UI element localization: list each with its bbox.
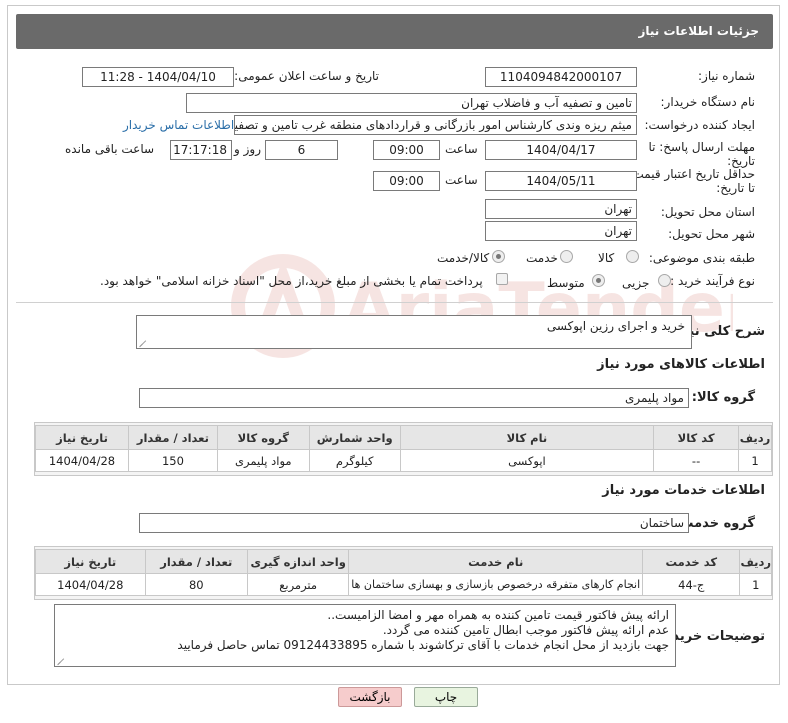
table-row: 1 ج-44 انجام کارهای متفرقه درخصوص بازساز… xyxy=(35,573,772,596)
goods-table-header: ردیف کد کالا نام کالا واحد شمارش گروه کا… xyxy=(35,425,772,450)
requester-field: میثم ریزه وندی کارشناس امور بازرگانی و ق… xyxy=(234,115,637,135)
services-col-row: ردیف xyxy=(739,549,772,574)
need-number-label: شماره نیاز: xyxy=(698,69,755,83)
goods-section-title: اطلاعات کالاهای مورد نیاز xyxy=(597,357,765,372)
buyer-org-label: نام دستگاه خریدار: xyxy=(660,95,756,109)
process-option-medium: متوسط xyxy=(547,276,585,290)
buyer-contact-link[interactable]: اطلاعات تماس خریدار xyxy=(123,118,234,132)
price-validity-label-2: تا تاریخ: xyxy=(716,181,755,195)
goods-col-group: گروه کالا xyxy=(216,425,310,450)
remaining-time-label: ساعت باقی مانده xyxy=(65,142,155,156)
services-cell-date: 1404/04/28 xyxy=(35,573,146,596)
goods-group-field: مواد پلیمری xyxy=(139,388,689,408)
services-col-name: نام خدمت xyxy=(348,549,644,574)
process-radio-minor[interactable] xyxy=(658,274,671,287)
goods-col-date: تاریخ نیاز xyxy=(35,425,129,450)
services-col-date: تاریخ نیاز xyxy=(35,549,146,574)
reply-deadline-label-1: مهلت ارسال پاسخ: تا xyxy=(648,140,755,154)
services-group-field: ساختمان xyxy=(139,513,689,533)
price-validity-label-1: حداقل تاریخ اعتبار قیمت: xyxy=(628,167,755,181)
goods-col-name: نام کالا xyxy=(399,425,655,450)
goods-col-quantity: تعداد / مقدار xyxy=(128,425,218,450)
buyer-org-field: تامین و تصفیه آب و فاضلاب تهران xyxy=(186,93,637,113)
services-cell-row: 1 xyxy=(739,573,772,596)
services-col-code: کد خدمت xyxy=(642,549,741,574)
goods-cell-row: 1 xyxy=(738,449,772,472)
price-validity-time-field: 09:00 xyxy=(373,171,440,191)
section-divider xyxy=(16,302,773,303)
category-radio-goods-service[interactable] xyxy=(492,250,505,263)
price-validity-date-field: 1404/05/11 xyxy=(485,171,637,191)
requester-label: ایجاد کننده درخواست: xyxy=(644,118,755,132)
reply-deadline-time-field: 09:00 xyxy=(373,140,440,160)
services-cell-code: ج-44 xyxy=(642,573,741,596)
buyer-notes-line-3: جهت بازدید از محل انجام خدمات با آقای تر… xyxy=(177,638,669,652)
goods-cell-date: 1404/04/28 xyxy=(35,449,129,472)
need-number-field: 1104094842000107 xyxy=(485,67,637,87)
goods-cell-unit: کیلوگرم xyxy=(308,449,401,472)
category-radio-goods[interactable] xyxy=(626,250,639,263)
remaining-days-field: 6 xyxy=(265,140,338,160)
goods-cell-quantity: 150 xyxy=(128,449,218,472)
category-option-goods-service: کالا/خدمت xyxy=(437,251,490,265)
price-validity-time-label: ساعت xyxy=(445,173,478,187)
goods-col-code: کد کالا xyxy=(653,425,740,450)
services-table-header: ردیف کد خدمت نام خدمت واحد اندازه گیری ت… xyxy=(35,549,772,574)
goods-cell-code: -- xyxy=(653,449,740,472)
services-cell-name: انجام کارهای متفرقه درخصوص بازسازی و بهس… xyxy=(348,573,644,596)
treasury-payment-checkbox[interactable] xyxy=(496,273,508,285)
services-col-unit: واحد اندازه گیری xyxy=(246,549,350,574)
reply-deadline-date-field: 1404/04/17 xyxy=(485,140,637,160)
announce-datetime-field: 1404/04/10 - 11:28 xyxy=(82,67,234,87)
category-option-service: خدمت xyxy=(526,251,558,265)
description-text: خرید و اجرای رزین اپوکسی xyxy=(546,319,685,333)
delivery-city-label: شهر محل تحویل: xyxy=(668,227,755,241)
remaining-time-field: 17:17:18 xyxy=(170,140,232,160)
description-textarea[interactable]: خرید و اجرای رزین اپوکسی xyxy=(136,315,692,349)
goods-cell-name: اپوکسی xyxy=(399,449,655,472)
services-cell-quantity: 80 xyxy=(144,573,248,596)
services-col-quantity: تعداد / مقدار xyxy=(144,549,248,574)
resize-grip-icon[interactable] xyxy=(57,657,65,665)
buyer-notes-textarea[interactable]: ارائه پیش فاکتور قیمت تامین کننده به همر… xyxy=(54,604,676,667)
goods-group-label: گروه کالا: xyxy=(691,390,755,405)
goods-cell-group: مواد پلیمری xyxy=(216,449,310,472)
process-radio-medium[interactable] xyxy=(592,274,605,287)
delivery-city-field: تهران xyxy=(485,221,637,241)
reply-deadline-time-label: ساعت xyxy=(445,142,478,156)
days-label: روز و xyxy=(234,142,261,156)
process-option-minor: جزیی xyxy=(622,276,650,290)
goods-col-unit: واحد شمارش xyxy=(308,425,401,450)
category-option-goods: کالا xyxy=(598,251,615,265)
purchase-process-label: نوع فرآیند خرید : xyxy=(670,274,755,288)
need-details-panel: جزئیات اطلاعات نیاز AriaTender.neT شماره… xyxy=(7,5,780,685)
print-button[interactable]: چاپ xyxy=(414,687,478,707)
back-button[interactable]: بازگشت xyxy=(338,687,402,707)
services-table: ردیف کد خدمت نام خدمت واحد اندازه گیری ت… xyxy=(35,549,772,596)
announce-datetime-label: تاریخ و ساعت اعلان عمومی: xyxy=(234,69,379,83)
resize-grip-icon[interactable] xyxy=(139,339,147,347)
services-cell-unit: مترمربع xyxy=(246,573,350,596)
goods-table: ردیف کد کالا نام کالا واحد شمارش گروه کا… xyxy=(35,425,772,472)
goods-col-row: ردیف xyxy=(738,425,772,450)
category-label: طبقه بندی موضوعی: xyxy=(648,251,755,265)
delivery-province-label: استان محل تحویل: xyxy=(660,205,755,219)
reply-deadline-label-2: تاریخ: xyxy=(727,154,755,168)
buyer-notes-line-2: عدم ارائه پیش فاکتور موجب ابطال تامین کن… xyxy=(382,623,669,637)
table-row: 1 -- اپوکسی کیلوگرم مواد پلیمری 150 1404… xyxy=(35,449,772,472)
treasury-payment-note: پرداخت تمام یا بخشی از مبلغ خرید،از محل … xyxy=(100,274,483,288)
category-radio-service[interactable] xyxy=(560,250,573,263)
services-section-title: اطلاعات خدمات مورد نیاز xyxy=(602,483,765,498)
panel-header: جزئیات اطلاعات نیاز xyxy=(16,14,773,49)
delivery-province-field: تهران xyxy=(485,199,637,219)
buyer-notes-line-1: ارائه پیش فاکتور قیمت تامین کننده به همر… xyxy=(327,608,669,622)
